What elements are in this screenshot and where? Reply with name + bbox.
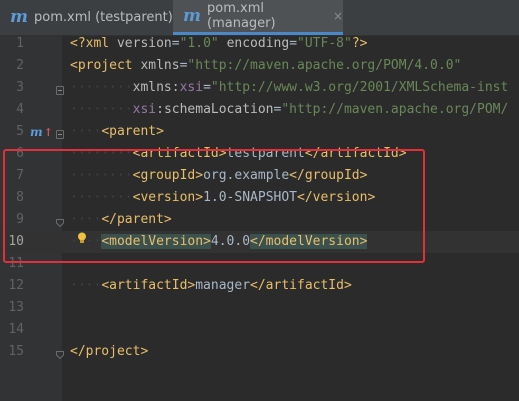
code-line[interactable]: 3 ········xmlns:xsi="http://www.w3.org/20…: [0, 77, 519, 99]
code-token: ····: [70, 278, 102, 293]
code-token: "http://www.w3.org/2001/XMLSchema-inst: [210, 80, 509, 95]
code-line[interactable]: 5 ····<parent>: [0, 121, 519, 143]
maven-file-icon: m: [10, 7, 28, 27]
code-token: xsi: [132, 102, 157, 117]
line-number: 14: [8, 322, 24, 337]
code-token: "http://maven.apache.org/POM/: [281, 102, 509, 117]
tab-label: pom.xml (testparent): [34, 10, 173, 25]
tab-label: pom.xml (manager): [207, 1, 276, 31]
code-text[interactable]: <?xml version="1.0" encoding="UTF-8"?>: [70, 33, 367, 55]
annotation-highlight-box: [3, 149, 425, 263]
code-token: <artifactId>: [101, 278, 196, 293]
code-token: =: [203, 80, 211, 95]
code-token: ····: [70, 124, 102, 139]
code-token: "http://maven.apache.org/POM/4.0.0": [187, 58, 462, 73]
code-token: </artifactId>: [250, 278, 352, 293]
close-tab-icon[interactable]: ×: [333, 9, 343, 23]
fold-icon[interactable]: [56, 130, 64, 139]
fold-end-icon[interactable]: [56, 351, 64, 359]
line-number: 1: [16, 36, 24, 51]
code-token: manager: [195, 278, 251, 293]
line-number: 15: [8, 344, 24, 359]
code-text[interactable]: <project xmlns="http://maven.apache.org/…: [70, 55, 461, 77]
code-token: <project: [70, 58, 141, 73]
maven-file-icon: m: [183, 5, 201, 26]
tab-pom-manager[interactable]: m pom.xml (manager) ×: [173, 0, 343, 35]
code-token: "UTF-8": [297, 36, 352, 51]
code-text[interactable]: </project>: [70, 341, 148, 363]
code-line[interactable]: 15 </project>: [0, 341, 519, 363]
code-token: :: [156, 102, 164, 117]
code-token: xsi: [179, 80, 204, 95]
code-token: <parent>: [101, 124, 164, 139]
code-token: ········: [70, 80, 133, 95]
code-text[interactable]: ········xsi:schemaLocation="http://maven…: [70, 99, 508, 121]
code-token: "1.0": [179, 36, 219, 51]
line-number: 5: [16, 124, 24, 139]
code-token: schemaLocation: [163, 102, 274, 117]
code-line[interactable]: 1 <?xml version="1.0" encoding="UTF-8"?>: [0, 33, 519, 55]
code-token: ?>: [351, 36, 368, 51]
tab-pom-testparent[interactable]: m pom.xml (testparent): [0, 0, 173, 35]
code-token: =: [289, 36, 298, 51]
code-line[interactable]: 13: [0, 297, 519, 319]
fold-icon[interactable]: [56, 86, 64, 95]
code-token: ········: [70, 102, 133, 117]
code-token: </project>: [70, 344, 149, 359]
editor-tab-bar: m pom.xml (testparent) m pom.xml (manage…: [0, 0, 519, 36]
code-line[interactable]: 12 ····<artifactId>manager</artifactId>: [0, 275, 519, 297]
code-line[interactable]: 2 <project xmlns="http://maven.apache.org…: [0, 55, 519, 77]
code-line[interactable]: 14: [0, 319, 519, 341]
line-number: 4: [16, 102, 24, 117]
line-number: 12: [8, 278, 24, 293]
line-number: 2: [16, 58, 24, 73]
line-number: 3: [16, 80, 24, 95]
code-token: =: [171, 36, 180, 51]
code-token: xmlns: [140, 58, 180, 73]
code-token: xmlns: [132, 80, 172, 95]
code-editor[interactable]: 1 <?xml version="1.0" encoding="UTF-8"?> 2…: [0, 36, 519, 401]
code-token: <?xml: [70, 36, 117, 51]
code-text[interactable]: ········xmlns:xsi="http://www.w3.org/200…: [70, 77, 508, 99]
code-token: :: [171, 80, 180, 95]
maven-parent-navigate-icon[interactable]: m↑: [30, 125, 53, 139]
code-text[interactable]: ····<parent>: [70, 121, 164, 143]
code-token: encoding: [226, 36, 290, 51]
code-token: version: [116, 36, 172, 51]
line-number: 13: [8, 300, 24, 315]
code-text[interactable]: ····<artifactId>manager</artifactId>: [70, 275, 352, 297]
code-line[interactable]: 4 ········xsi:schemaLocation="http://mave…: [0, 99, 519, 121]
